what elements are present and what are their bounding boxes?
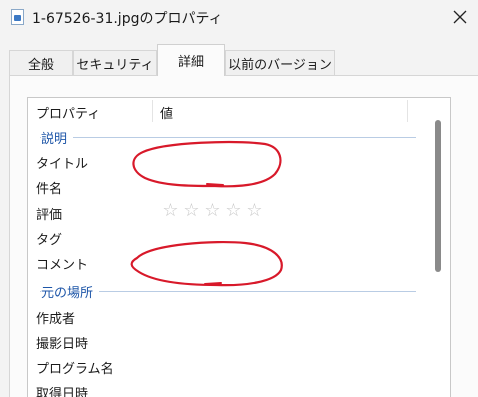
star-icon[interactable]: ☆ [203, 201, 222, 221]
scrollbar-thumb[interactable] [435, 120, 441, 272]
tab-bar: 全般 セキュリティ 詳細 以前のバージョン [0, 44, 478, 76]
image-file-icon [11, 9, 24, 25]
row-title[interactable]: タイトル [28, 150, 450, 175]
property-name: プログラム名 [36, 362, 114, 377]
section-label: 元の場所 [41, 282, 100, 301]
vertical-scrollbar[interactable] [425, 98, 450, 397]
property-name: コメント [36, 258, 89, 273]
column-header-property[interactable]: プロパティ [36, 103, 100, 122]
star-icon[interactable]: ☆ [182, 201, 201, 221]
column-separator[interactable] [407, 100, 408, 122]
tab-details[interactable]: 詳細 [157, 44, 225, 76]
column-header-value[interactable]: 値 [160, 103, 173, 122]
tab-general[interactable]: 全般 [9, 50, 73, 75]
property-name: 評価 [36, 208, 63, 223]
row-comments[interactable]: コメント [28, 251, 450, 276]
window-title: 1-67526-31.jpgのプロパティ [32, 11, 223, 27]
row-authors[interactable]: 作成者 [28, 305, 450, 330]
row-program-name[interactable]: プログラム名 [28, 355, 450, 380]
title-bar: 1-67526-31.jpgのプロパティ [0, 0, 478, 36]
tab-previous-versions[interactable]: 以前のバージョン [225, 50, 335, 75]
section-origin: 元の場所 [28, 281, 450, 301]
property-name: 作成者 [36, 312, 76, 327]
list-header: プロパティ 値 [28, 98, 450, 124]
star-icon[interactable]: ☆ [245, 201, 264, 221]
close-icon [453, 10, 467, 24]
property-name: 取得日時 [36, 387, 89, 397]
property-name: 件名 [36, 182, 63, 197]
section-divider [40, 137, 416, 138]
property-name: 撮影日時 [36, 337, 89, 352]
row-rating[interactable]: 評価 ☆ ☆ ☆ ☆ ☆ [28, 201, 450, 226]
star-icon[interactable]: ☆ [224, 201, 243, 221]
tab-security[interactable]: セキュリティ [73, 50, 157, 75]
rating-stars[interactable]: ☆ ☆ ☆ ☆ ☆ [161, 201, 264, 221]
row-date-acquired[interactable]: 取得日時 [28, 380, 450, 397]
property-name: タイトル [36, 157, 89, 172]
section-description: 説明 [28, 127, 450, 147]
property-name: タグ [36, 233, 63, 248]
row-subject[interactable]: 件名 [28, 175, 450, 200]
column-separator[interactable] [152, 100, 153, 122]
row-tags[interactable]: タグ [28, 226, 450, 251]
close-button[interactable] [444, 2, 476, 32]
star-icon[interactable]: ☆ [161, 201, 180, 221]
properties-list[interactable]: プロパティ 値 説明 タイトル 件名 評価 ☆ ☆ ☆ ☆ ☆ タグ コメント … [27, 97, 451, 397]
section-label: 説明 [41, 128, 74, 147]
row-date-taken[interactable]: 撮影日時 [28, 330, 450, 355]
